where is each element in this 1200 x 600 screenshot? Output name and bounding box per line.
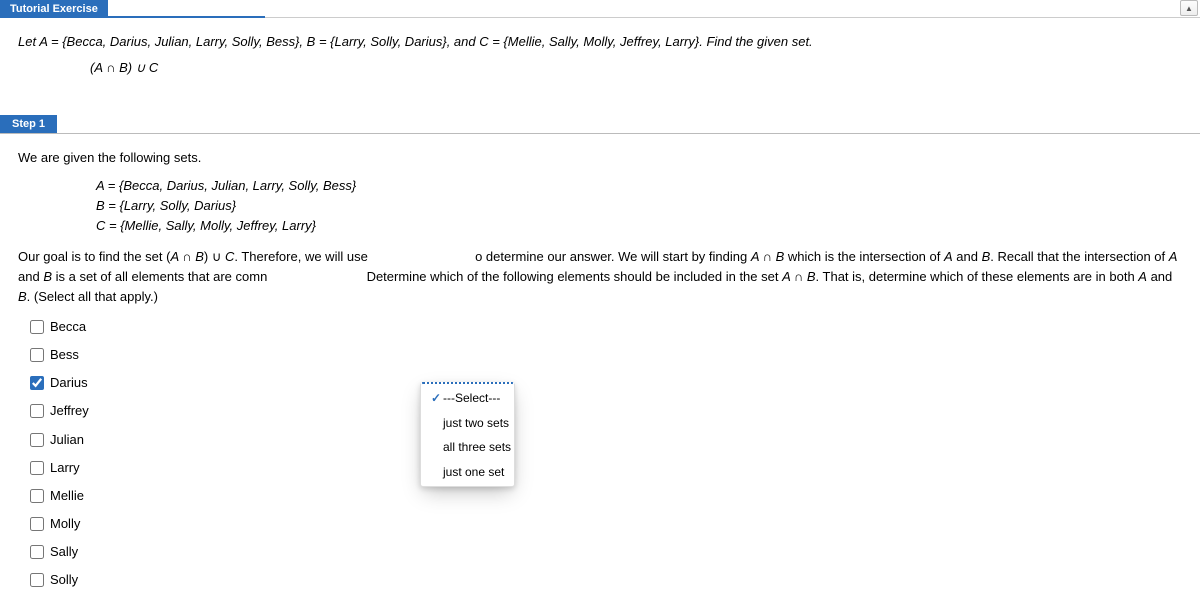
label-bess: Bess	[50, 345, 79, 365]
dropdown-option-two[interactable]: just two sets	[421, 411, 514, 436]
dd-label-2: just two sets	[443, 416, 509, 430]
t5: which is the intersection of	[784, 249, 944, 264]
label-larry: Larry	[50, 458, 80, 478]
t11: . That is, determine which of these elem…	[816, 269, 1139, 284]
label-becca: Becca	[50, 317, 86, 337]
t7: . Recall that the intersection of	[990, 249, 1168, 264]
t1: Our goal is to find the set (	[18, 249, 170, 264]
option-larry: Larry	[30, 454, 1182, 482]
option-darius: Darius	[30, 369, 1182, 397]
checkbox-mellie[interactable]	[30, 489, 44, 503]
label-darius: Darius	[50, 373, 88, 393]
t4: o determine our answer. We will start by…	[475, 249, 751, 264]
t-anb1: A ∩ B	[170, 249, 203, 264]
header-bar: Tutorial Exercise ▲	[0, 0, 1200, 18]
step1-body: We are given the following sets. A = {Be…	[0, 134, 1200, 600]
set-c-line: C = {Mellie, Sally, Molly, Jeffrey, Larr…	[96, 216, 1182, 236]
checkbox-options: Becca Bess Darius Jeffrey Julian Larry	[30, 313, 1182, 594]
t-b1: B	[982, 249, 991, 264]
t3: . Therefore, we will use	[234, 249, 367, 264]
select-dropdown[interactable]: ✓---Select--- just two sets all three se…	[420, 382, 515, 487]
t-a1: A	[944, 249, 953, 264]
step-bar: Step 1	[0, 115, 1200, 134]
checkbox-larry[interactable]	[30, 461, 44, 475]
dropdown-option-one[interactable]: just one set	[421, 460, 514, 485]
option-solly: Solly	[30, 566, 1182, 594]
dropdown-option-three[interactable]: all three sets	[421, 435, 514, 460]
checkbox-bess[interactable]	[30, 348, 44, 362]
option-jeffrey: Jeffrey	[30, 397, 1182, 425]
checkbox-darius[interactable]	[30, 376, 44, 390]
step1-tab: Step 1	[0, 115, 57, 133]
triangle-up-icon: ▲	[1185, 4, 1193, 13]
set-b-line: B = {Larry, Solly, Darius}	[96, 196, 1182, 216]
t6: and	[953, 249, 982, 264]
checkbox-jeffrey[interactable]	[30, 404, 44, 418]
option-mellie: Mellie	[30, 482, 1182, 510]
problem-expression: (A ∩ B) ∪ C	[18, 58, 1182, 78]
checkbox-julian[interactable]	[30, 433, 44, 447]
checkbox-solly[interactable]	[30, 573, 44, 587]
option-bess: Bess	[30, 341, 1182, 369]
t10: Determine which of the following element…	[367, 269, 783, 284]
option-becca: Becca	[30, 313, 1182, 341]
t2: ) ∪	[204, 249, 225, 264]
t8: and	[18, 269, 43, 284]
t-c: C	[225, 249, 234, 264]
tab-underline	[0, 16, 265, 18]
t9: is a set of all elements that are comn	[52, 269, 267, 284]
option-julian: Julian	[30, 426, 1182, 454]
label-solly: Solly	[50, 570, 78, 590]
problem-text: Let A = {Becca, Darius, Julian, Larry, S…	[18, 32, 1182, 52]
problem-statement: Let A = {Becca, Darius, Julian, Larry, S…	[0, 18, 1200, 83]
sets-block: A = {Becca, Darius, Julian, Larry, Solly…	[18, 176, 1182, 236]
step1-paragraph: Our goal is to find the set (A ∩ B) ∪ C.…	[18, 247, 1182, 307]
scroll-up-button[interactable]: ▲	[1180, 0, 1198, 16]
checkbox-sally[interactable]	[30, 545, 44, 559]
step1-intro: We are given the following sets.	[18, 148, 1182, 168]
t-a2: A	[1169, 249, 1178, 264]
t12: and	[1147, 269, 1172, 284]
dd-label-1: ---Select---	[443, 391, 500, 405]
label-mellie: Mellie	[50, 486, 84, 506]
t13: . (Select all that apply.)	[27, 289, 158, 304]
checkmark-icon: ✓	[431, 389, 443, 408]
t-anb3: A ∩ B	[782, 269, 815, 284]
option-molly: Molly	[30, 510, 1182, 538]
label-molly: Molly	[50, 514, 80, 534]
dd-label-4: just one set	[443, 465, 504, 479]
t-anb2: A ∩ B	[751, 249, 784, 264]
checkbox-becca[interactable]	[30, 320, 44, 334]
t-b3: B	[18, 289, 27, 304]
t-b2: B	[43, 269, 52, 284]
problem-line: Let A = {Becca, Darius, Julian, Larry, S…	[18, 34, 813, 49]
dd-label-3: all three sets	[443, 440, 511, 454]
option-sally: Sally	[30, 538, 1182, 566]
checkbox-molly[interactable]	[30, 517, 44, 531]
label-sally: Sally	[50, 542, 78, 562]
set-a-line: A = {Becca, Darius, Julian, Larry, Solly…	[96, 176, 1182, 196]
label-julian: Julian	[50, 430, 84, 450]
label-jeffrey: Jeffrey	[50, 401, 89, 421]
dropdown-option-default[interactable]: ✓---Select---	[421, 386, 514, 411]
t-a3: A	[1138, 269, 1147, 284]
